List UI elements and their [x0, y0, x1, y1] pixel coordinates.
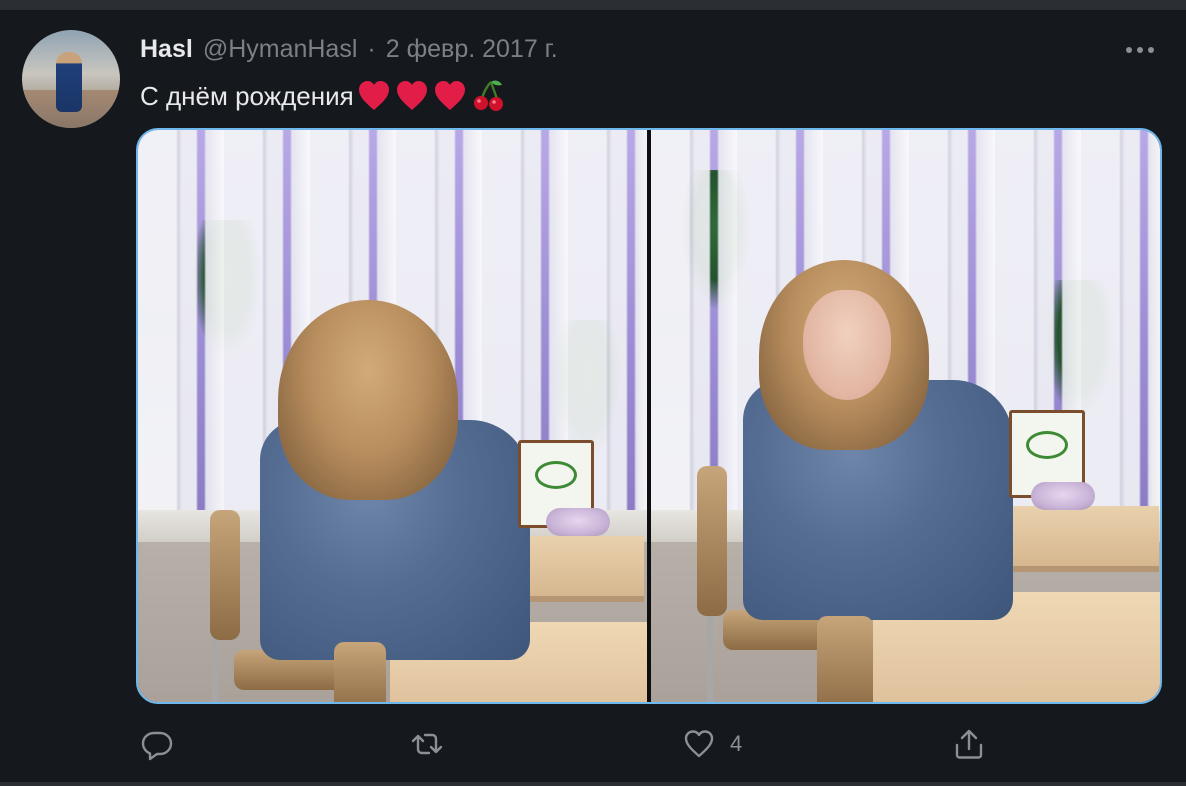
photo-chair-front — [334, 642, 386, 702]
heart-outline-icon — [684, 730, 714, 758]
reply-icon — [141, 731, 173, 761]
more-dot — [1137, 47, 1143, 53]
avatar-person — [56, 52, 82, 112]
cherries-emoji-icon — [473, 80, 503, 111]
tweet-header: Hasl @HymanHasl · 2 февр. 2017 г. — [140, 32, 558, 66]
author-handle[interactable]: @HymanHasl — [203, 35, 358, 64]
photo-person-hair — [278, 300, 458, 500]
tweet-actions: 4 — [140, 724, 1000, 764]
emoji-row — [356, 78, 506, 114]
heart-emoji-icon — [358, 81, 389, 110]
tweet-media — [136, 128, 1162, 704]
photo-1[interactable] — [138, 130, 647, 702]
share-icon — [955, 729, 983, 759]
like-count: 4 — [730, 731, 743, 756]
retweet-button[interactable] — [410, 724, 458, 764]
heart-emoji-icon — [396, 81, 427, 110]
photo-bike-drawing — [535, 461, 577, 489]
photo-2[interactable] — [651, 130, 1160, 702]
header-separator: · — [367, 34, 376, 63]
reply-button[interactable] — [140, 724, 188, 764]
more-options-icon[interactable] — [1120, 38, 1160, 62]
window-bottom-edge — [0, 782, 1186, 786]
author-display-name[interactable]: Hasl — [140, 35, 193, 64]
more-dot — [1148, 47, 1154, 53]
photo-person-face — [803, 290, 891, 400]
avatar[interactable] — [22, 30, 120, 128]
share-button[interactable] — [952, 724, 1000, 764]
heart-emoji-icon — [434, 81, 465, 110]
retweet-icon — [411, 733, 443, 755]
tweet-date[interactable]: 2 февр. 2017 г. — [386, 35, 558, 64]
photo-chair-front — [817, 616, 873, 702]
tweet-text: С днём рождения — [140, 78, 506, 114]
photo-chair-back — [697, 466, 727, 616]
tweet-card[interactable]: Hasl @HymanHasl · 2 февр. 2017 г. С днём… — [0, 10, 1186, 782]
tweet-text-content: С днём рождения — [140, 80, 354, 111]
photo-chair-back — [210, 510, 240, 640]
window-top-edge — [0, 0, 1186, 10]
like-button[interactable]: 4 — [682, 724, 742, 764]
photo-bike-drawing — [1026, 431, 1068, 459]
more-dot — [1126, 47, 1132, 53]
photo-pouch — [1031, 482, 1095, 510]
photo-pouch — [546, 508, 610, 536]
